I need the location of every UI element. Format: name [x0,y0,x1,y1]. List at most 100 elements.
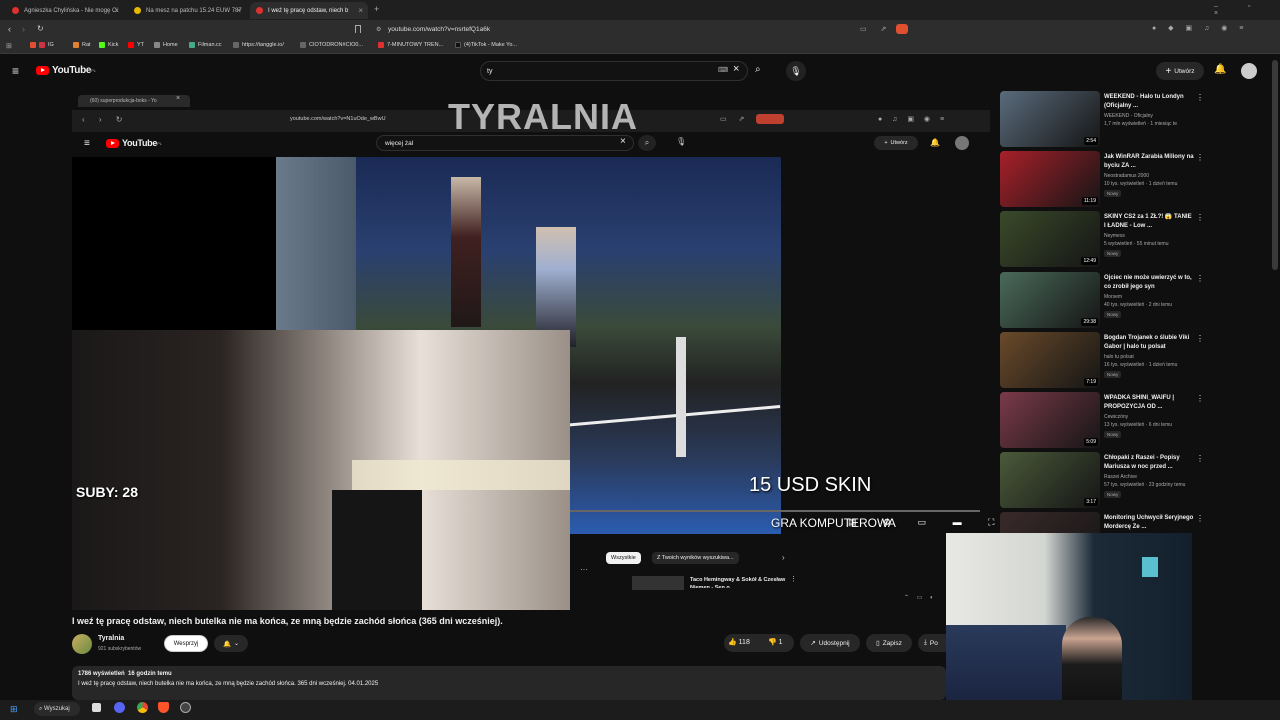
save-button[interactable]: ▯ Zapisz [866,634,912,652]
bookmark-item[interactable]: CIOTODRON#CIO0... [300,42,363,48]
close-tab-icon[interactable]: × [114,6,119,15]
bookmark-item[interactable]: Home [154,42,178,48]
recommendation-channel[interactable]: Neostradamus 2000 [1104,173,1149,179]
recommendation-item[interactable]: 12:49 SKINY CS2 za 1 ZŁ?! 😱 TANIE I ŁADNE… [1000,211,1210,269]
more-options-icon[interactable]: ⋮ [1196,454,1204,463]
bookmark-item[interactable]: https://tanggle.io/ [233,42,284,48]
recommendation-channel[interactable]: Neymess [1104,233,1125,239]
inner-voice-icon[interactable]: 🎙 [676,137,686,146]
chrome-icon[interactable] [137,702,148,713]
inner-search-icon[interactable]: ⌕ [638,135,656,151]
inner-rec-thumbnail[interactable] [632,576,684,590]
voice-search-icon[interactable]: 🎙 [786,61,806,81]
inner-more-icon[interactable]: ··· [580,565,588,574]
browser-tab-1[interactable]: Agnieszka Chylińska - Nie mogę Ci × [6,2,124,19]
recommendation-item[interactable]: 7:19 Bogdan Trojanek o ślubie Viki Gabor … [1000,332,1210,390]
inner-extension-icon[interactable] [756,114,784,124]
inner-rec-title[interactable]: Taco Hemingway & Sokół & Czesław Niemen … [690,576,786,588]
bookmark-item[interactable]: IG [30,42,54,48]
recommendation-title[interactable]: WEEKEND - Halo tu Londyn (Oficjalny ... [1104,93,1194,111]
like-button[interactable]: 👍 118 [728,638,750,646]
search-icon[interactable]: ⌕ [755,64,761,75]
inner-notifications-icon[interactable]: 🔔 [930,138,940,147]
create-button[interactable]: + Utwórz [1156,62,1204,80]
menu-icon[interactable]: ≡ [12,64,19,78]
bookmark-item[interactable]: Kick [99,42,118,48]
close-tab-icon[interactable]: × [358,6,363,15]
player-controls-icons[interactable]: ▤ ⚙ ▭ ▬ ⛶ [848,517,1006,528]
subscribed-bell-button[interactable]: 🔔 ⌄ [214,635,248,652]
recommendation-channel[interactable]: halo tu polsat [1104,354,1134,360]
recommendation-title[interactable]: Monitoring Uchwycił Seryjnego Mordercę Z… [1104,514,1194,532]
url-field[interactable]: youtube.com/watch?v=nsrtefQ1a6k [372,23,864,37]
taskbar-search[interactable]: ⌕ Wyszukaj [34,702,80,716]
channel-avatar[interactable] [72,634,92,654]
inner-url[interactable]: youtube.com/watch?v=N1uOde_wBwU [290,116,386,122]
recommendation-thumbnail[interactable]: 3:17 [1000,452,1100,508]
inner-extensions-icon[interactable]: ● ♫ ▣ ◉ ≡ [878,115,948,123]
more-options-icon[interactable]: ⋮ [1196,514,1204,523]
search-input[interactable]: ty [480,61,748,81]
brave-shield-icon[interactable] [896,24,908,34]
recommendation-thumbnail[interactable]: 11:19 [1000,151,1100,207]
recommendation-item[interactable]: 29:38 Ojciec nie może uwierzyć w to, co z… [1000,272,1210,330]
recommendation-thumbnail[interactable]: 29:38 [1000,272,1100,328]
extensions-icon[interactable]: ● ◆ ▣ ♫ ◉ ≡ [1152,24,1248,32]
recommendation-channel[interactable]: WEEKEND - Oficjalny [1104,113,1153,119]
recommendation-thumbnail[interactable]: 12:49 [1000,211,1100,267]
account-avatar[interactable] [1241,63,1257,79]
inner-close-tab-icon[interactable]: × [176,95,180,102]
bookmark-item[interactable]: Rat [73,42,91,48]
keyboard-icon[interactable]: ⌨ [718,66,728,74]
forward-icon[interactable]: › [22,24,25,34]
recommendation-channel[interactable]: Raszei Archive [1104,474,1137,480]
notifications-bell-icon[interactable]: 🔔 [1214,64,1226,75]
inner-menu-icon[interactable]: ≡ [84,138,90,149]
share-button[interactable]: ↗ Udostępnij [800,634,860,652]
recommendation-title[interactable]: Ojciec nie może uwierzyć w to, co zrobił… [1104,274,1194,292]
recommendation-title[interactable]: SKINY CS2 za 1 ZŁ?! 😱 TANIE I ŁADNE - Lo… [1104,213,1194,231]
chip-all[interactable]: Wszystkie [606,552,641,564]
inner-clear-search-icon[interactable]: × [620,136,626,147]
recommendation-thumbnail[interactable]: 2:54 [1000,91,1100,147]
more-options-icon[interactable]: ⋮ [1196,213,1204,222]
task-view-icon[interactable] [92,703,101,712]
back-icon[interactable]: ‹ [8,24,11,34]
inner-avatar[interactable] [955,136,969,150]
support-button[interactable]: Wesprzyj [164,635,208,652]
chips-next-icon[interactable]: › [782,553,785,562]
recommendation-title[interactable]: Chłopaki z Raszei - Popisy Mariusza w no… [1104,454,1194,472]
inner-youtube-logo[interactable]: YouTube PL [106,138,162,148]
bookmark-item[interactable]: YT [128,42,144,48]
recommendation-item[interactable]: 5:09 WPADKA SHINI_WAIFU | PROPOZYCJA OD .… [1000,392,1210,450]
obs-icon[interactable] [180,702,191,713]
bookmark-item[interactable]: Filman.cc [189,42,222,48]
page-scrollbar[interactable] [1272,60,1278,270]
recommendation-title[interactable]: Jak WinRAR Zarabia Miliony na byciu ZA .… [1104,153,1194,171]
reload-icon[interactable]: ↻ [37,24,44,33]
browser-tab-active[interactable]: I weź tę pracę odstaw, niech b × [250,2,368,19]
new-tab-icon[interactable]: + [374,4,379,14]
more-options-icon[interactable]: ⋮ [1196,153,1204,162]
brave-icon[interactable] [158,702,169,713]
inner-search-input[interactable]: więcej żal [376,135,634,151]
window-controls[interactable]: – ▫ × [1214,3,1280,17]
recommendation-channel[interactable]: Cewiczóny [1104,414,1128,420]
inner-create-button[interactable]: + Utwórz [874,136,918,150]
channel-name[interactable]: Tyralnia [98,635,124,642]
site-info-icon[interactable]: ⚙ [376,26,381,33]
more-options-icon[interactable]: ⋮ [1196,394,1204,403]
clear-search-icon[interactable]: × [733,63,739,75]
discord-icon[interactable] [114,702,125,713]
recommendation-title[interactable]: WPADKA SHINI_WAIFU | PROPOZYCJA OD ... [1104,394,1194,412]
recommendation-channel[interactable]: Morsem [1104,294,1122,300]
video-progress-bar[interactable] [570,510,980,512]
recommendation-title[interactable]: Bogdan Trojanek o ślubie Viki Gabor | ha… [1104,334,1194,352]
recommendation-thumbnail[interactable]: 5:09 [1000,392,1100,448]
chip-from-search[interactable]: Z Twoich wyników wyszukiwa... [652,552,739,564]
apps-grid-icon[interactable]: ⊞ [6,42,12,50]
dislike-button[interactable]: 👎 1 [768,638,783,646]
close-tab-icon[interactable]: × [236,6,241,15]
recommendation-item[interactable]: 11:19 Jak WinRAR Zarabia Miliony na byciu… [1000,151,1210,209]
more-options-icon[interactable]: ⋮ [1196,334,1204,343]
